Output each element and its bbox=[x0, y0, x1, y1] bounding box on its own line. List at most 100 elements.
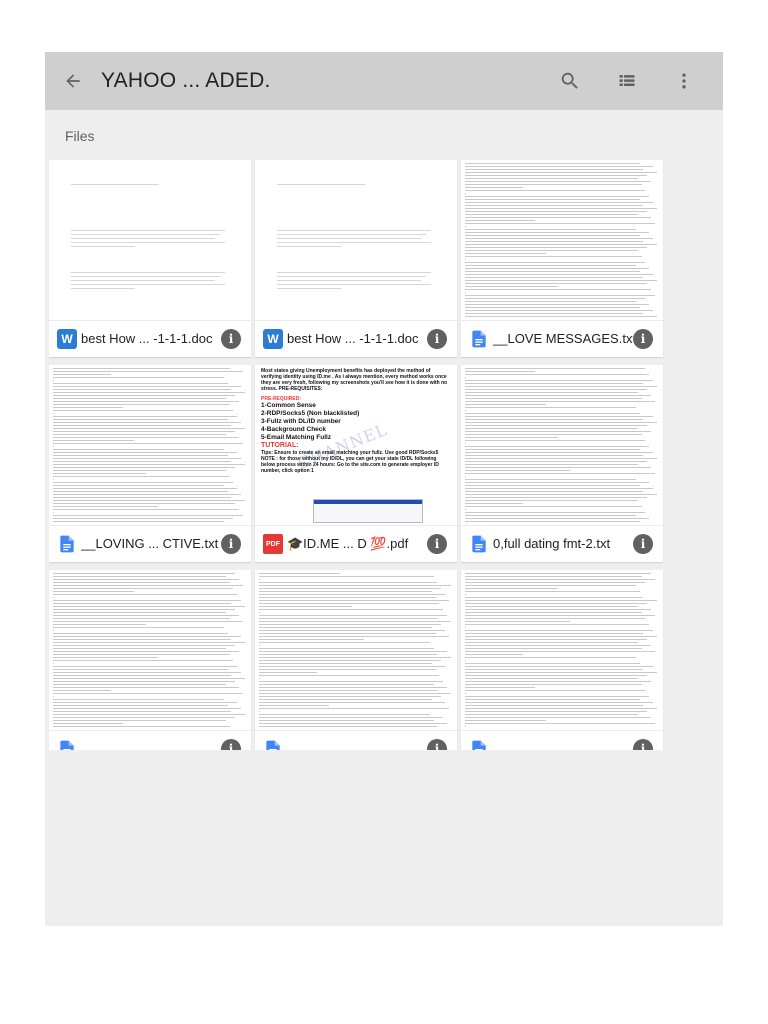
preview-line bbox=[465, 395, 652, 396]
preview-line bbox=[465, 446, 650, 447]
preview-line bbox=[465, 196, 650, 197]
preview-line bbox=[53, 503, 236, 504]
preview-line bbox=[465, 699, 640, 700]
preview-line bbox=[53, 714, 246, 715]
preview-line bbox=[53, 657, 158, 658]
preview-line bbox=[259, 684, 434, 685]
preview-line bbox=[465, 241, 644, 242]
preview-text-block bbox=[53, 573, 247, 729]
file-thumbnail bbox=[461, 365, 663, 525]
file-footer[interactable]: __LOVING ... CTIVE.txt i bbox=[49, 525, 251, 562]
preview-line bbox=[465, 491, 644, 492]
preview-line bbox=[465, 600, 658, 601]
preview-line bbox=[53, 609, 236, 610]
preview-line bbox=[465, 521, 640, 522]
search-icon[interactable] bbox=[556, 67, 584, 95]
file-card[interactable]: i bbox=[49, 570, 251, 750]
preview-line bbox=[465, 678, 638, 679]
text-doc-icon bbox=[469, 534, 489, 554]
preview-line bbox=[53, 464, 246, 465]
preview-line bbox=[465, 235, 640, 236]
file-card[interactable]: __LOVE MESSAGES.txt i bbox=[461, 160, 663, 357]
preview-line bbox=[53, 612, 226, 613]
file-footer[interactable]: i bbox=[49, 730, 251, 750]
info-icon[interactable]: i bbox=[221, 739, 241, 750]
preview-line bbox=[53, 576, 226, 577]
arrow-left-icon[interactable] bbox=[59, 67, 87, 95]
preview-line bbox=[465, 714, 638, 715]
preview-line bbox=[53, 368, 230, 369]
preview-line bbox=[71, 280, 215, 281]
word-doc-icon: W bbox=[263, 329, 283, 349]
file-card[interactable]: i bbox=[461, 570, 663, 750]
preview-line bbox=[53, 606, 246, 607]
text-doc-icon bbox=[57, 534, 77, 554]
info-icon[interactable]: i bbox=[221, 534, 241, 554]
preview-text-block bbox=[53, 368, 247, 524]
file-name: best How ... -1-1-1.doc bbox=[287, 331, 419, 346]
preview-line bbox=[465, 425, 648, 426]
info-icon[interactable]: i bbox=[633, 739, 653, 750]
file-card[interactable]: Most states giving Unemployment benefits… bbox=[255, 365, 457, 562]
preview-line bbox=[277, 288, 341, 289]
preview-line bbox=[277, 230, 431, 231]
preview-text-block bbox=[465, 163, 659, 319]
file-card[interactable]: __LOVING ... CTIVE.txt i bbox=[49, 365, 251, 562]
preview-line bbox=[465, 169, 644, 170]
preview-line bbox=[259, 594, 446, 595]
more-vert-icon[interactable] bbox=[670, 67, 698, 95]
file-footer[interactable]: __LOVE MESSAGES.txt i bbox=[461, 320, 663, 357]
info-icon[interactable]: i bbox=[427, 534, 447, 554]
preview-line bbox=[53, 389, 232, 390]
preview-line bbox=[53, 573, 236, 574]
file-footer[interactable]: Wbest How ... -1-1-1.doc i bbox=[49, 320, 251, 357]
preview-line bbox=[465, 181, 652, 182]
preview-line bbox=[465, 663, 640, 664]
info-icon[interactable]: i bbox=[427, 739, 447, 750]
preview-line bbox=[53, 452, 238, 453]
pdf-preview-text: Most states giving Unemployment benefits… bbox=[261, 368, 451, 474]
file-footer[interactable]: i bbox=[255, 730, 457, 750]
preview-line bbox=[53, 521, 224, 522]
file-card[interactable]: i bbox=[255, 570, 457, 750]
info-icon[interactable]: i bbox=[633, 329, 653, 349]
preview-line bbox=[465, 163, 640, 164]
text-doc-icon bbox=[469, 739, 489, 750]
info-icon[interactable]: i bbox=[427, 329, 447, 349]
info-icon[interactable]: i bbox=[221, 329, 241, 349]
info-icon[interactable]: i bbox=[633, 534, 653, 554]
file-footer[interactable]: Wbest How ... -1-1-1.doc i bbox=[255, 320, 457, 357]
preview-line bbox=[53, 410, 234, 411]
preview-line bbox=[53, 675, 232, 676]
preview-line bbox=[465, 636, 658, 637]
preview-line bbox=[259, 600, 450, 601]
section-label: Files bbox=[65, 128, 95, 144]
preview-line bbox=[465, 292, 466, 293]
preview-line bbox=[465, 428, 638, 429]
file-footer[interactable]: i bbox=[461, 730, 663, 750]
file-card[interactable]: Wbest How ... -1-1-1.doc i bbox=[49, 160, 251, 357]
preview-line bbox=[465, 190, 646, 191]
preview-line bbox=[465, 630, 654, 631]
file-card[interactable]: 0,full dating fmt-2.txt i bbox=[461, 365, 663, 562]
preview-line bbox=[259, 609, 444, 610]
list-view-icon[interactable] bbox=[613, 67, 641, 95]
preview-line bbox=[465, 178, 638, 179]
preview-line bbox=[465, 265, 636, 266]
file-name bbox=[81, 731, 221, 750]
preview-line bbox=[53, 582, 230, 583]
preview-line bbox=[465, 205, 644, 206]
preview-line bbox=[53, 401, 240, 402]
preview-line bbox=[465, 576, 642, 577]
preview-line bbox=[53, 624, 147, 625]
preview-line bbox=[53, 434, 226, 435]
file-footer[interactable]: 0,full dating fmt-2.txt i bbox=[461, 525, 663, 562]
preview-line bbox=[277, 242, 431, 243]
preview-line bbox=[53, 419, 228, 420]
preview-line bbox=[53, 711, 232, 712]
text-doc-icon bbox=[469, 329, 489, 349]
preview-line bbox=[259, 648, 434, 649]
file-card[interactable]: Wbest How ... -1-1-1.doc i bbox=[255, 160, 457, 357]
preview-line bbox=[465, 672, 658, 673]
file-footer[interactable]: PDF 🎓ID.ME ... D 💯.pdf i bbox=[255, 525, 457, 562]
